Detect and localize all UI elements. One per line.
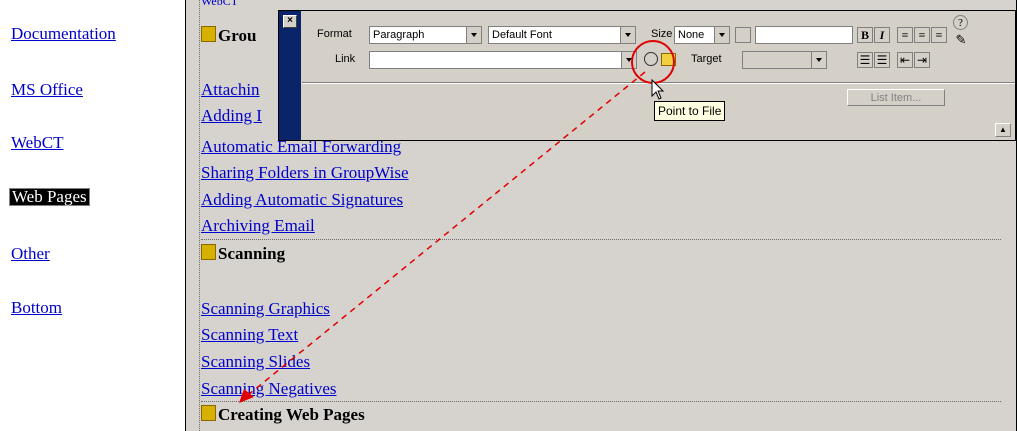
target-select[interactable]	[742, 51, 827, 69]
link-attaching[interactable]: Attachin	[201, 80, 260, 100]
color-hex-input[interactable]	[755, 26, 853, 44]
scanning-heading: Scanning	[201, 244, 285, 264]
align-left-icon[interactable]: ≡	[897, 27, 913, 43]
ordered-list-icon[interactable]: ☰	[874, 52, 890, 68]
link-archiving-email[interactable]: Archiving Email	[201, 216, 315, 236]
row-divider	[201, 401, 1001, 402]
italic-button[interactable]: I	[874, 27, 890, 43]
help-icon[interactable]: ?	[953, 15, 968, 30]
row-divider	[201, 239, 1001, 240]
nav-link-ms-office[interactable]: MS Office	[11, 80, 83, 100]
link-scanning-negatives[interactable]: Scanning Negatives	[201, 379, 337, 399]
link-input[interactable]	[369, 51, 637, 69]
quick-tag-editor-icon[interactable]: ✎	[953, 33, 969, 49]
outdent-icon[interactable]: ⇤	[897, 52, 913, 68]
align-center-icon[interactable]: ≡	[914, 27, 930, 43]
font-select[interactable]: Default Font	[488, 26, 636, 44]
nav-link-documentation[interactable]: Documentation	[11, 24, 116, 44]
book-icon	[201, 26, 216, 42]
link-scanning-graphics[interactable]: Scanning Graphics	[201, 299, 330, 319]
annotation-circle	[631, 40, 675, 84]
chevron-down-icon	[714, 27, 729, 43]
link-automatic-signatures[interactable]: Adding Automatic Signatures	[201, 190, 403, 210]
bold-button[interactable]: B	[857, 27, 873, 43]
link-sharing-folders[interactable]: Sharing Folders in GroupWise	[201, 163, 409, 183]
link-label: Link	[335, 53, 356, 65]
nav-link-webct[interactable]: WebCT	[11, 133, 63, 153]
align-right-icon[interactable]: ≡	[931, 27, 947, 43]
book-icon	[201, 244, 216, 260]
size-label: Size	[651, 28, 673, 40]
collapse-panel-icon[interactable]: ▲	[995, 123, 1011, 137]
color-picker-icon[interactable]	[735, 27, 751, 43]
link-scanning-slides[interactable]: Scanning Slides	[201, 352, 310, 372]
format-label: Format	[317, 28, 352, 40]
nav-link-web-pages[interactable]: Web Pages	[9, 188, 90, 206]
size-select[interactable]: None	[674, 26, 730, 44]
target-label: Target	[691, 53, 722, 65]
link-adding[interactable]: Adding I	[201, 106, 262, 126]
cut-off-link[interactable]: WebCT	[201, 0, 238, 9]
close-icon[interactable]: ×	[283, 15, 297, 28]
groupwise-heading: Grou	[201, 26, 256, 46]
nav-link-bottom[interactable]: Bottom	[11, 298, 62, 318]
side-navigation: Documentation MS Office WebCT Web Pages …	[0, 0, 185, 431]
unordered-list-icon[interactable]: ☰	[857, 52, 873, 68]
format-select[interactable]: Paragraph	[369, 26, 482, 44]
chevron-down-icon	[466, 27, 481, 43]
creating-web-pages-heading: Creating Web Pages	[201, 405, 365, 425]
indent-icon[interactable]: ⇥	[914, 52, 930, 68]
chevron-down-icon	[811, 52, 826, 68]
tooltip-point-to-file: Point to File	[654, 101, 726, 121]
list-item-button[interactable]: List Item...	[847, 89, 945, 106]
chevron-down-icon	[620, 27, 635, 43]
table-border-dotted	[199, 0, 200, 431]
book-icon	[201, 405, 216, 421]
panel-titlebar[interactable]: ×	[279, 11, 301, 140]
link-scanning-text[interactable]: Scanning Text	[201, 325, 298, 345]
nav-link-other[interactable]: Other	[11, 244, 50, 264]
